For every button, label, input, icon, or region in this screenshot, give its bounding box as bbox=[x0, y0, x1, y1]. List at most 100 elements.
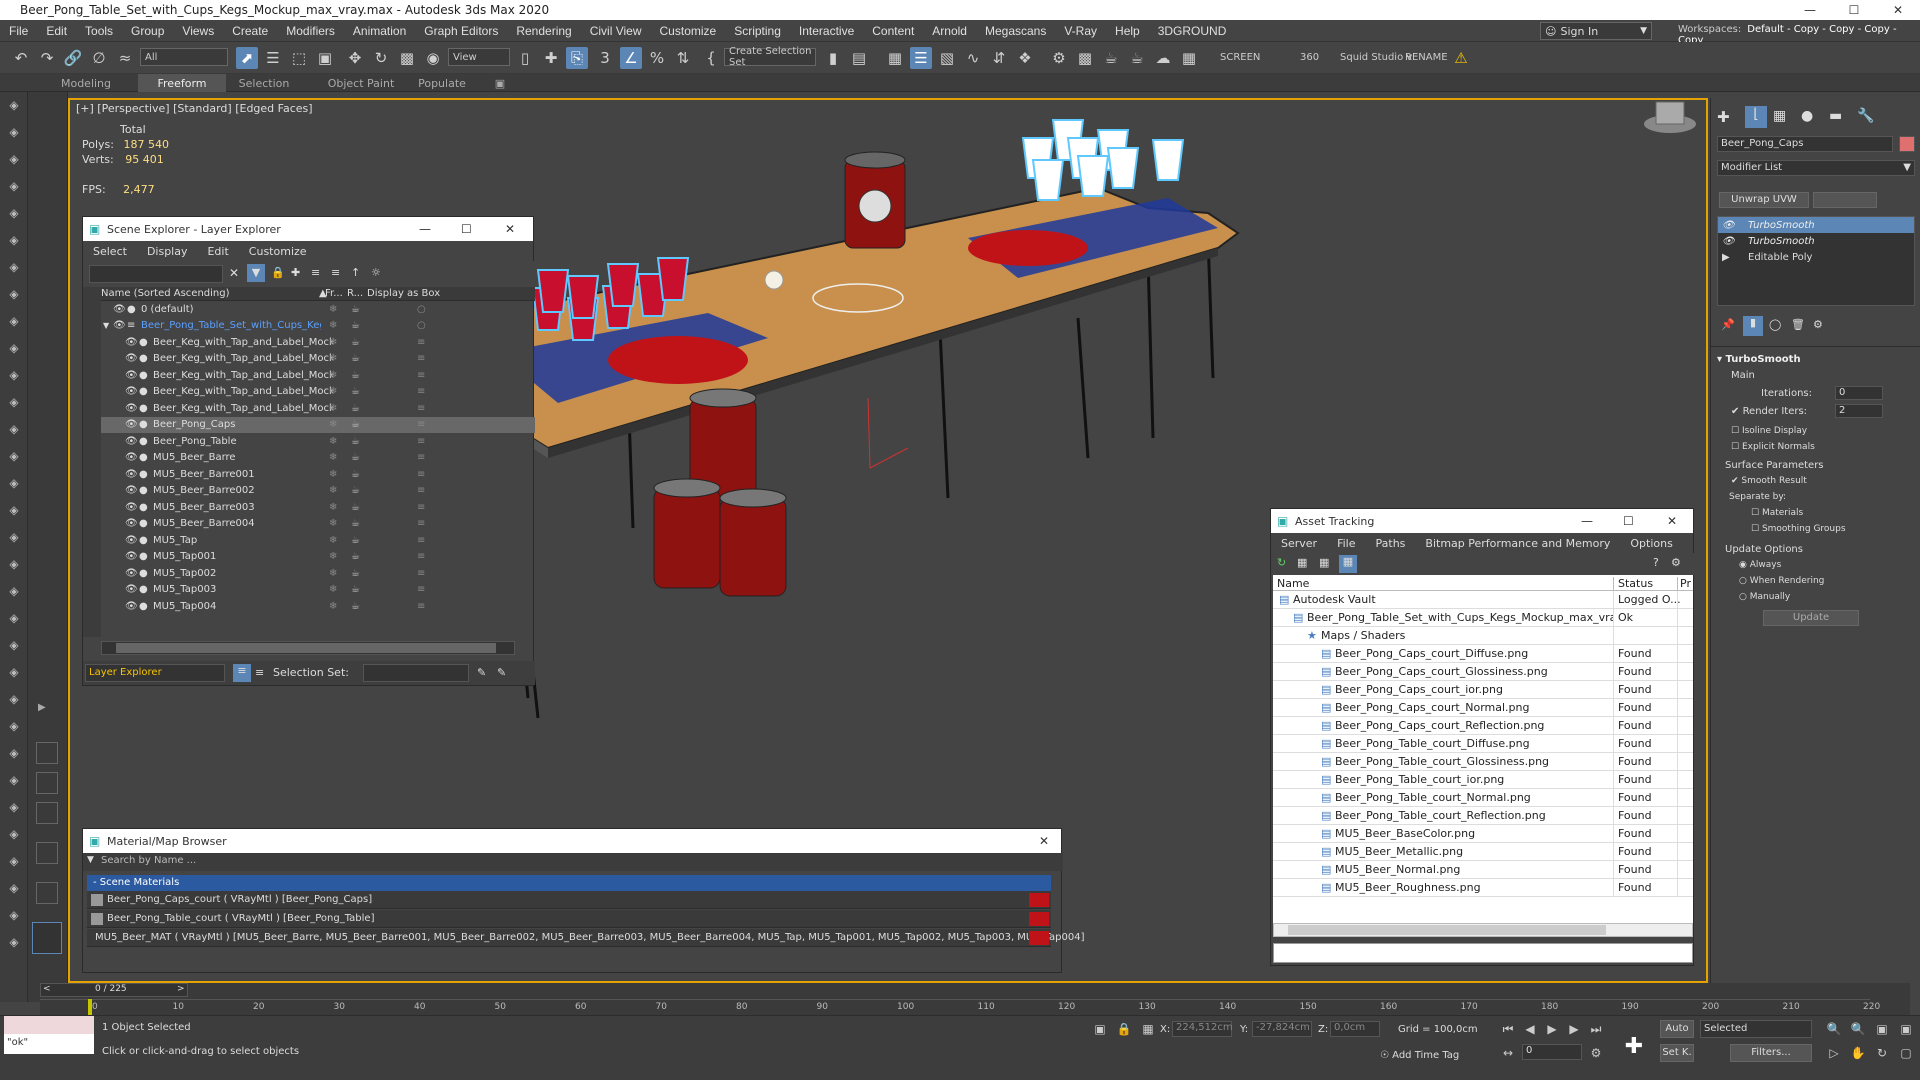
freeze-icon[interactable]: ❄ bbox=[329, 370, 337, 381]
viewport-layout-2-icon[interactable] bbox=[36, 772, 58, 794]
menu-civil-view[interactable]: Civil View bbox=[581, 24, 651, 38]
select-object-icon[interactable]: ⬈ bbox=[236, 47, 258, 69]
display-as-box-icon[interactable]: ≡ bbox=[417, 551, 425, 562]
maxscript-mini-listener[interactable] bbox=[4, 1016, 94, 1034]
next-frame-icon[interactable]: ▶ bbox=[1564, 1020, 1584, 1038]
when-rendering-radio[interactable]: ○ bbox=[1739, 576, 1750, 586]
add-layer-icon[interactable]: ✚ bbox=[291, 266, 300, 279]
menu-arnold[interactable]: Arnold bbox=[923, 24, 976, 38]
cone-icon[interactable]: ◈ bbox=[4, 447, 24, 465]
squid-studio-label[interactable]: Squid Studio v bbox=[1340, 52, 1412, 63]
scene-explorer-hscrollbar[interactable] bbox=[101, 641, 515, 655]
scene-explorer-titlebar[interactable]: ▣ Scene Explorer - Layer Explorer — ☐ ✕ bbox=[83, 217, 533, 241]
visibility-eye-icon[interactable]: 👁 bbox=[125, 502, 138, 513]
layer-row[interactable]: 👁● Beer_Keg_with_Tap_and_Label_Mockup_003… bbox=[101, 367, 535, 383]
render-teapot-icon[interactable]: ☕ bbox=[351, 304, 360, 315]
compound-icon[interactable]: ◈ bbox=[4, 690, 24, 708]
layer-row[interactable]: 👁 ● MU5_Tap003 ❄ ☕ ≡ bbox=[101, 582, 535, 598]
visibility-eye-icon[interactable]: 👁 bbox=[125, 353, 138, 364]
object-name-field[interactable]: Beer_Pong_Caps bbox=[1717, 136, 1893, 152]
column-freeze[interactable]: Fr... bbox=[325, 288, 343, 299]
filter-icon[interactable]: ▼ bbox=[247, 264, 265, 282]
search-options-arrow-icon[interactable]: ▼ bbox=[87, 855, 94, 865]
ribbon-tab-freeform[interactable]: Freeform bbox=[138, 74, 226, 92]
visibility-eye-icon[interactable]: 👁 bbox=[125, 485, 138, 496]
column-asset-pr[interactable]: Pr bbox=[1677, 577, 1691, 590]
time-slider-prev-icon[interactable]: < bbox=[43, 984, 51, 994]
make-unique-icon[interactable]: ◯ bbox=[1769, 318, 1781, 331]
cups-right[interactable] bbox=[1021, 119, 1185, 201]
update-button[interactable]: Update bbox=[1763, 610, 1859, 626]
scene-explorer-menu-edit[interactable]: Edit bbox=[197, 245, 238, 258]
play-icon[interactable]: ▶ bbox=[1542, 1020, 1562, 1038]
menu-rendering[interactable]: Rendering bbox=[507, 24, 580, 38]
freeze-icon[interactable]: ❄ bbox=[329, 551, 337, 562]
display-as-box-icon[interactable]: ≡ bbox=[417, 535, 425, 546]
plane-icon[interactable]: ◈ bbox=[4, 393, 24, 411]
turbosmooth-rollout-title[interactable]: ▾ TurboSmooth bbox=[1717, 354, 1801, 365]
railing-icon[interactable]: ◈ bbox=[4, 852, 24, 870]
layer-row[interactable]: 👁 ● MU5_Beer_Barre002 ❄ ☕ ≡ bbox=[101, 483, 535, 499]
render-teapot-icon[interactable]: ☕ bbox=[351, 419, 360, 430]
render-teapot-icon[interactable]: ☕ bbox=[351, 386, 360, 397]
asset-row[interactable]: ▤ Autodesk Vault Logged O... bbox=[1273, 590, 1693, 609]
nurbs-icon[interactable]: ◈ bbox=[4, 636, 24, 654]
material-editor-icon[interactable]: ❖ bbox=[1014, 47, 1036, 69]
material-browser-titlebar[interactable]: ▣ Material/Map Browser ✕ bbox=[83, 829, 1061, 853]
angle-snap-icon[interactable]: ∠ bbox=[620, 47, 642, 69]
timeline-ruler[interactable]: 0 10 20 30 40 50 60 70 80 90 100 110 120 130 140 150 160… bbox=[40, 999, 1880, 1015]
display-as-box-icon[interactable]: ≡ bbox=[417, 485, 425, 496]
asset-row[interactable]: ▤ Beer_Pong_Table_court_Reflection.png Fou… bbox=[1273, 806, 1693, 825]
scene-explorer-minimize-icon[interactable]: — bbox=[419, 222, 431, 236]
visibility-eye-icon[interactable]: 👁 bbox=[125, 436, 138, 447]
isolate-selection-icon[interactable]: ▣ bbox=[1090, 1020, 1110, 1038]
menu-customize[interactable]: Customize bbox=[651, 24, 726, 38]
pin-stack-icon[interactable]: 📌 bbox=[1721, 318, 1735, 331]
menu-views[interactable]: Views bbox=[173, 24, 223, 38]
ribbon-tab-selection[interactable]: Selection bbox=[226, 74, 302, 92]
visibility-eye-icon[interactable]: 👁 bbox=[113, 320, 126, 331]
display-as-box-icon[interactable]: ○ bbox=[417, 304, 426, 315]
modifier-eye-icon[interactable]: 👁 bbox=[1722, 220, 1736, 231]
rectangular-selection-icon[interactable]: ⬚ bbox=[288, 47, 310, 69]
layer-row[interactable]: 👁 ● MU5_Tap004 ❄ ☕ ≡ bbox=[101, 598, 535, 614]
scene-explorer-menu-display[interactable]: Display bbox=[137, 245, 198, 258]
asset-row[interactable]: ▤ Beer_Pong_Table_court_Normal.png Found bbox=[1273, 788, 1693, 807]
selection-lock-icon[interactable]: 🔒 bbox=[1114, 1020, 1134, 1038]
previous-frame-icon[interactable]: ◀ bbox=[1520, 1020, 1540, 1038]
layer-stack-toggle-icon[interactable]: ≡ bbox=[233, 664, 251, 682]
asset-tracking-titlebar[interactable]: ▣ Asset Tracking — ☐ ✕ bbox=[1271, 509, 1693, 533]
layer-explorer-dropdown[interactable]: Layer Explorer bbox=[85, 664, 225, 682]
smoothing-groups-checkbox[interactable]: ☐ bbox=[1751, 524, 1762, 534]
text-icon[interactable]: ◈ bbox=[4, 582, 24, 600]
remove-modifier-icon[interactable]: 🗑 bbox=[1791, 318, 1805, 331]
column-asset-name[interactable]: Name bbox=[1277, 577, 1309, 590]
y-coordinate-field[interactable]: -27,824cm bbox=[1252, 1021, 1312, 1037]
shape-icon[interactable]: ◈ bbox=[4, 366, 24, 384]
menu-v-ray[interactable]: V-Ray bbox=[1055, 24, 1106, 38]
timeline-current-frame-marker[interactable] bbox=[88, 999, 92, 1015]
render-teapot-icon[interactable]: ☕ bbox=[351, 568, 360, 579]
info-icon[interactable]: ◈ bbox=[4, 933, 24, 951]
asset-row[interactable]: ▤ MU5_Beer_Metallic.png Found bbox=[1273, 842, 1693, 861]
scene-explorer-search-input[interactable] bbox=[89, 265, 223, 283]
scene-explorer-menu-select[interactable]: Select bbox=[83, 245, 137, 258]
freeze-icon[interactable]: ❄ bbox=[329, 403, 337, 414]
asset-hscrollbar-thumb[interactable] bbox=[1288, 925, 1606, 935]
render-teapot-icon[interactable]: ☕ bbox=[351, 601, 360, 612]
place-icon[interactable]: ◉ bbox=[422, 47, 444, 69]
asset-menu-server[interactable]: Server bbox=[1271, 537, 1327, 550]
maxscript-listener[interactable]: "ok" bbox=[4, 1034, 94, 1054]
go-to-start-icon[interactable]: ⏮ bbox=[1498, 1020, 1518, 1038]
hierarchy-tab-icon[interactable]: ▦ bbox=[1773, 108, 1786, 124]
hierarchy-toggle-icon[interactable]: ≡ bbox=[255, 666, 264, 679]
render-teapot-icon[interactable]: ☕ bbox=[351, 551, 360, 562]
select-manipulate-icon[interactable]: ✚ bbox=[540, 47, 562, 69]
toggle-layer-explorer-icon[interactable]: ☰ bbox=[910, 47, 932, 69]
display-tab-icon[interactable]: ▬ bbox=[1829, 108, 1842, 124]
absolute-mode-icon[interactable]: ▦ bbox=[1138, 1020, 1158, 1038]
freeze-icon[interactable]: ❄ bbox=[329, 337, 337, 348]
expand-arrow-icon[interactable]: ▼ bbox=[103, 321, 113, 330]
configure-sets-icon[interactable]: ⚙ bbox=[1813, 318, 1823, 331]
menu-graph-editors[interactable]: Graph Editors bbox=[415, 24, 507, 38]
